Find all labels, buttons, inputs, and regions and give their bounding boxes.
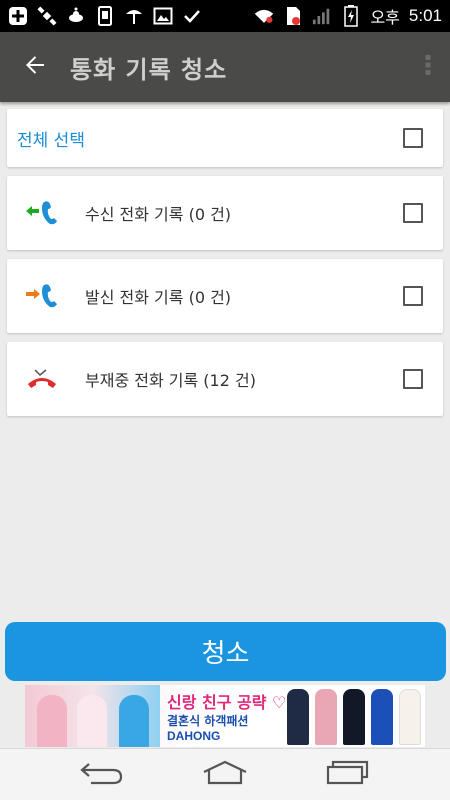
ad-banner[interactable]: 신랑 친구 공략 ♡ 결혼식 하객패션 DAHONG xyxy=(25,685,425,747)
ad-dress xyxy=(399,689,421,745)
incoming-calls-label: 수신 전화 기록 (0 건) xyxy=(85,205,232,224)
missed-calls-label: 부재중 전화 기록 (12 건) xyxy=(85,371,256,390)
sim-icon xyxy=(95,6,115,26)
add-icon xyxy=(8,6,28,26)
ad-dress xyxy=(343,689,365,745)
status-bar: 오후 5:01 xyxy=(0,0,450,32)
status-notifications xyxy=(8,6,202,26)
ad-dress xyxy=(315,689,337,745)
nav-recents-icon xyxy=(325,760,371,790)
ad-photo xyxy=(25,685,160,747)
back-button[interactable] xyxy=(0,32,70,102)
outgoing-calls-row[interactable]: 발신 전화 기록 (0 건) xyxy=(7,259,443,333)
nav-recents-button[interactable] xyxy=(318,749,378,800)
satellite-icon xyxy=(37,6,57,26)
image-icon xyxy=(153,6,173,26)
nav-back-icon xyxy=(79,760,125,790)
system-nav-bar xyxy=(0,748,450,800)
outgoing-calls-checkbox[interactable] xyxy=(403,286,423,306)
check-icon xyxy=(182,6,202,26)
missed-calls-checkbox[interactable] xyxy=(403,369,423,389)
page-title: 통화 기록 청소 xyxy=(70,55,228,84)
status-system: 오후 5:01 xyxy=(254,4,442,28)
wifi-icon xyxy=(254,6,274,26)
nav-back-button[interactable] xyxy=(72,749,132,800)
status-ampm: 오후 xyxy=(370,8,400,27)
status-time: 5:01 xyxy=(408,6,442,25)
select-all-label: 전체 선택 xyxy=(17,130,85,151)
incoming-calls-checkbox[interactable] xyxy=(403,203,423,223)
select-all-row[interactable]: 전체 선택 xyxy=(7,109,443,167)
ad-dress xyxy=(287,689,309,745)
app-toolbar: 통화 기록 청소 xyxy=(0,32,450,102)
ad-subtitle: 결혼식 하객패션 xyxy=(167,714,249,728)
nav-home-button[interactable] xyxy=(195,749,255,800)
ad-brand: DAHONG xyxy=(167,729,221,743)
missed-calls-row[interactable]: 부재중 전화 기록 (12 건) xyxy=(7,342,443,416)
signal-icon xyxy=(312,6,332,26)
ad-dress xyxy=(371,689,393,745)
clear-button[interactable]: 청소 xyxy=(5,622,446,681)
select-all-checkbox[interactable] xyxy=(403,128,423,148)
back-arrow-icon xyxy=(23,53,47,81)
alien-icon xyxy=(66,6,86,26)
outgoing-calls-label: 발신 전화 기록 (0 건) xyxy=(85,288,232,307)
incoming-calls-row[interactable]: 수신 전화 기록 (0 건) xyxy=(7,176,443,250)
sim-card-icon xyxy=(283,6,303,26)
overflow-menu-button[interactable] xyxy=(406,32,450,102)
missed-call-icon xyxy=(7,364,77,394)
ad-title: 신랑 친구 공략 ♡ xyxy=(167,693,287,712)
nav-home-icon xyxy=(201,760,249,790)
incoming-call-icon xyxy=(7,198,77,228)
battery-icon xyxy=(341,5,361,27)
more-vert-icon xyxy=(424,53,432,81)
umbrella-icon xyxy=(124,6,144,26)
outgoing-call-icon xyxy=(7,281,77,311)
